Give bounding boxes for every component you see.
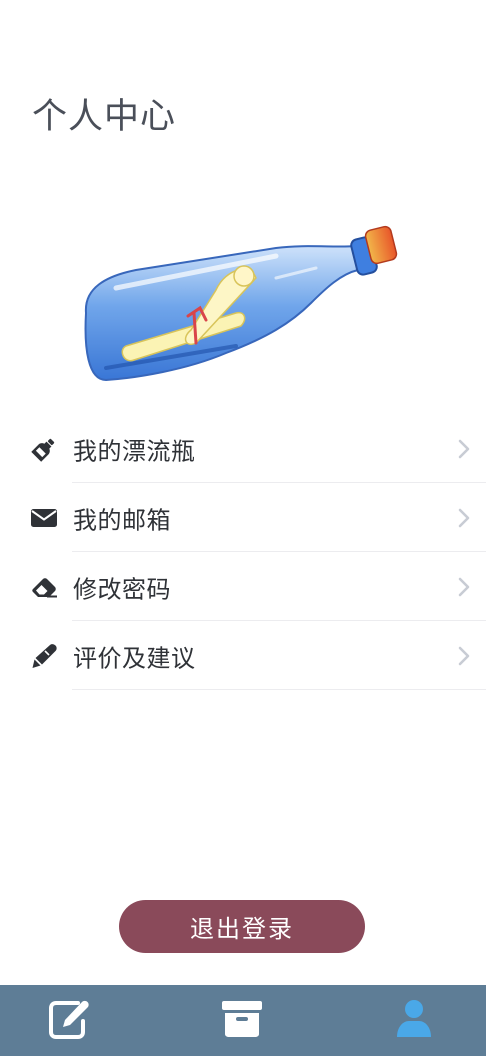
tab-write[interactable] [9, 985, 129, 1056]
edit-icon [48, 999, 90, 1043]
menu-item-my-bottles[interactable]: 我的漂流瓶 [0, 414, 486, 483]
menu-item-my-mailbox[interactable]: 我的邮箱 [0, 483, 486, 552]
user-icon [395, 999, 433, 1043]
logout-button[interactable]: 退出登录 [119, 900, 365, 953]
divider [72, 689, 486, 690]
chevron-right-icon [456, 506, 472, 530]
page-title: 个人中心 [32, 97, 177, 137]
tab-profile[interactable] [354, 985, 474, 1056]
eraser-icon [30, 573, 58, 601]
archive-box-icon [221, 1000, 263, 1042]
pen-icon [30, 642, 58, 670]
tab-archive[interactable] [182, 985, 302, 1056]
chevron-right-icon [456, 644, 472, 668]
menu-item-change-password[interactable]: 修改密码 [0, 552, 486, 621]
bottle-icon [30, 435, 58, 463]
menu-item-label: 评价及建议 [73, 644, 196, 672]
bottom-tab-bar [0, 985, 486, 1056]
chevron-right-icon [456, 575, 472, 599]
menu-item-label: 修改密码 [73, 575, 171, 603]
menu-list: 我的漂流瓶 我的邮箱 修改密码 评价及建议 [0, 414, 486, 690]
menu-item-label: 我的邮箱 [73, 506, 171, 534]
menu-item-feedback[interactable]: 评价及建议 [0, 621, 486, 690]
envelope-icon [30, 504, 58, 532]
bottle-illustration [76, 218, 406, 388]
chevron-right-icon [456, 437, 472, 461]
menu-item-label: 我的漂流瓶 [73, 437, 196, 465]
